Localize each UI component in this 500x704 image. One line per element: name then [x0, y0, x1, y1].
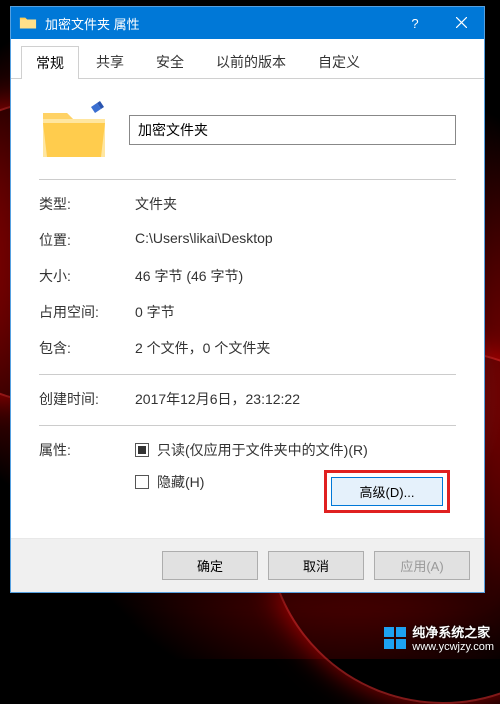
tab-sharing[interactable]: 共享: [81, 45, 139, 78]
location-value: C:\Users\likai\Desktop: [135, 230, 456, 250]
apply-button[interactable]: 应用(A): [374, 551, 470, 580]
location-label: 位置:: [39, 230, 135, 250]
button-bar: 确定 取消 应用(A): [11, 538, 484, 592]
sizeondisk-value: 0 字节: [135, 302, 456, 322]
divider: [39, 425, 456, 426]
readonly-label: 只读(仅应用于文件夹中的文件)(R): [157, 440, 368, 460]
contains-label: 包含:: [39, 338, 135, 358]
tab-previous-versions[interactable]: 以前的版本: [201, 45, 301, 78]
checkbox-icon: [135, 475, 149, 489]
highlight-box: 高级(D)...: [324, 470, 450, 513]
divider: [39, 179, 456, 180]
ok-button[interactable]: 确定: [162, 551, 258, 580]
help-button[interactable]: ?: [392, 7, 438, 39]
size-value: 46 字节 (46 字节): [135, 266, 456, 286]
attributes-label: 属性:: [39, 440, 135, 460]
watermark-logo-icon: [384, 627, 406, 649]
folder-large-icon: [39, 99, 109, 161]
contains-value: 2 个文件，0 个文件夹: [135, 338, 456, 358]
tabstrip: 常规 共享 安全 以前的版本 自定义: [11, 39, 484, 79]
created-value: 2017年12月6日，23:12:22: [135, 389, 456, 409]
folder-name-input[interactable]: [129, 115, 456, 145]
created-label: 创建时间:: [39, 389, 135, 409]
checkbox-icon: [135, 443, 149, 457]
watermark-name: 纯净系统之家: [412, 622, 494, 641]
hidden-label: 隐藏(H): [157, 472, 204, 492]
tab-general[interactable]: 常规: [21, 46, 79, 79]
cancel-button[interactable]: 取消: [268, 551, 364, 580]
close-icon: [456, 16, 467, 31]
divider: [39, 374, 456, 375]
folder-icon: [19, 15, 37, 31]
type-label: 类型:: [39, 194, 135, 214]
size-label: 大小:: [39, 266, 135, 286]
window-title: 加密文件夹 属性: [45, 14, 140, 33]
watermark-url: www.ycwjzy.com: [412, 641, 494, 653]
close-button[interactable]: [438, 7, 484, 39]
type-value: 文件夹: [135, 194, 456, 214]
advanced-button[interactable]: 高级(D)...: [331, 477, 443, 506]
properties-window: 加密文件夹 属性 ? 常规 共享 安全 以前的版本 自定义: [10, 6, 485, 593]
tab-customize[interactable]: 自定义: [303, 45, 375, 78]
titlebar[interactable]: 加密文件夹 属性 ?: [11, 7, 484, 39]
sizeondisk-label: 占用空间:: [39, 302, 135, 322]
help-icon: ?: [411, 16, 418, 31]
tab-content: 类型: 文件夹 位置: C:\Users\likai\Desktop 大小: 4…: [11, 79, 484, 538]
readonly-checkbox[interactable]: 只读(仅应用于文件夹中的文件)(R): [135, 440, 456, 460]
tab-security[interactable]: 安全: [141, 45, 199, 78]
watermark: 纯净系统之家 www.ycwjzy.com: [384, 622, 494, 653]
